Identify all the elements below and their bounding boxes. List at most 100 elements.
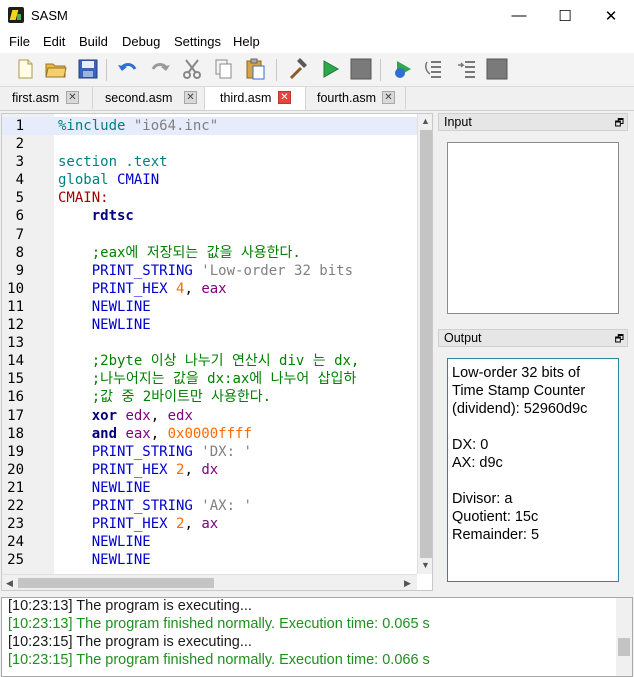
code-line[interactable]: 5 CMAIN: (2, 189, 417, 207)
code-line[interactable]: 14 ;2byte 이상 나누기 연산시 div 는 dx, (2, 352, 417, 370)
code-token: , (150, 425, 168, 442)
code-line[interactable]: 3 section .text (2, 153, 417, 171)
redo-icon[interactable] (148, 57, 172, 81)
code-line[interactable]: 6 rdtsc (2, 207, 417, 225)
line-number: 25 (7, 552, 24, 569)
build-hammer-icon[interactable] (286, 57, 310, 81)
copy-icon[interactable] (211, 57, 235, 81)
log-vertical-scrollbar[interactable] (616, 598, 632, 676)
tab-third-asm[interactable]: third.asm ✕ (205, 87, 306, 110)
code-token: , (150, 407, 168, 424)
code-line[interactable]: 4 global CMAIN (2, 171, 417, 189)
code-line[interactable]: 24 NEWLINE (2, 533, 417, 551)
code-text: ;나누어지는 값을 dx:ax에 나누어 삽입하 (58, 370, 410, 388)
code-token: PRINT_HEX (58, 461, 177, 478)
window-title: SASM (31, 8, 68, 23)
tab-close-icon[interactable]: ✕ (184, 91, 197, 104)
debug-stop-icon[interactable] (485, 57, 509, 81)
step-over-icon[interactable] (423, 57, 447, 81)
stop-icon[interactable] (349, 57, 373, 81)
code-line[interactable]: 1 %include "io64.inc" (2, 117, 417, 136)
tab-first-asm[interactable]: first.asm ✕ (0, 87, 93, 109)
tab-close-icon[interactable]: ✕ (66, 91, 79, 104)
code-token: rdtsc (58, 208, 134, 225)
close-button[interactable]: ✕ (588, 0, 634, 31)
title-bar: SASM — ☐ ✕ (0, 0, 634, 31)
code-text: PRINT_HEX 2, ax (58, 515, 410, 533)
minimize-button[interactable]: — (496, 0, 542, 31)
menu-edit[interactable]: Edit (43, 34, 65, 49)
output-line: (dividend): 52960d9c (452, 401, 588, 417)
line-number: 10 (7, 280, 24, 297)
code-text: rdtsc (58, 207, 410, 225)
code-line[interactable]: 22 PRINT_STRING 'AX: ' (2, 497, 417, 515)
menu-bar: File Edit Build Debug Settings Help (0, 31, 634, 53)
menu-help[interactable]: Help (233, 34, 260, 49)
scrollbar-thumb[interactable] (420, 130, 432, 558)
file-tab-bar: first.asm ✕ second.asm ✕ third.asm ✕ fou… (0, 87, 634, 111)
scrollbar-thumb[interactable] (618, 638, 630, 656)
code-token: PRINT_STRING (58, 443, 202, 460)
open-folder-icon[interactable] (44, 57, 68, 81)
tab-close-icon[interactable]: ✕ (278, 91, 291, 104)
line-number: 4 (15, 172, 24, 189)
log-line: [10:23:15] The program finished normally… (8, 652, 430, 668)
code-line[interactable]: 23 PRINT_HEX 2, ax (2, 515, 417, 533)
code-line[interactable]: 2 (2, 135, 417, 153)
code-line[interactable]: 11 NEWLINE (2, 298, 417, 316)
scrollbar-thumb[interactable] (18, 578, 214, 588)
code-line[interactable]: 20 PRINT_HEX 2, dx (2, 461, 417, 479)
code-line[interactable]: 21 NEWLINE (2, 479, 417, 497)
code-line[interactable]: 16 ;값 중 2바이트만 사용한다. (2, 388, 417, 406)
menu-settings[interactable]: Settings (174, 34, 221, 49)
tab-second-asm[interactable]: second.asm ✕ (93, 87, 205, 109)
editor-horizontal-scrollbar[interactable]: ◀ ▶ (2, 574, 417, 590)
restore-panel-icon[interactable]: 🗗 (615, 332, 624, 349)
debug-icon[interactable] (391, 57, 415, 81)
code-token: 'Low-order 32 bits (201, 262, 354, 279)
tab-close-icon[interactable]: ✕ (382, 91, 395, 104)
code-line[interactable]: 17 xor edx, edx (2, 407, 417, 425)
maximize-button[interactable]: ☐ (542, 0, 588, 31)
menu-build[interactable]: Build (79, 34, 108, 49)
code-token: NEWLINE (58, 317, 151, 334)
scroll-down-arrow-icon[interactable]: ▼ (421, 560, 430, 570)
code-text: section .text (58, 153, 410, 171)
paste-icon[interactable] (243, 57, 267, 81)
code-line[interactable]: 7 (2, 226, 417, 244)
program-input-field[interactable] (447, 142, 619, 314)
undo-icon[interactable] (116, 57, 140, 81)
scroll-left-arrow-icon[interactable]: ◀ (6, 578, 13, 589)
line-number: 11 (7, 298, 24, 315)
save-icon[interactable] (76, 57, 100, 81)
menu-debug[interactable]: Debug (122, 34, 160, 49)
restore-panel-icon[interactable]: 🗗 (615, 116, 624, 133)
line-number: 22 (7, 497, 24, 514)
cut-icon[interactable] (180, 57, 204, 81)
line-number: 19 (7, 443, 24, 460)
code-text: %include "io64.inc" (58, 117, 410, 135)
code-line[interactable]: 19 PRINT_STRING 'DX: ' (2, 443, 417, 461)
scroll-up-arrow-icon[interactable]: ▲ (421, 116, 430, 126)
log-line: [10:23:13] The program is executing... (8, 598, 252, 614)
scroll-right-arrow-icon[interactable]: ▶ (404, 578, 411, 589)
code-editor[interactable]: 1 %include "io64.inc" 2 3 section .text 4 glob… (1, 113, 433, 591)
code-token: eax (201, 280, 227, 297)
code-text: PRINT_STRING 'Low-order 32 bits (58, 262, 410, 280)
code-text: and eax, 0x0000ffff (58, 425, 410, 443)
code-line[interactable]: 9 PRINT_STRING 'Low-order 32 bits (2, 262, 417, 280)
editor-vertical-scrollbar[interactable]: ▲ ▼ (417, 114, 432, 574)
menu-file[interactable]: File (9, 34, 30, 49)
code-line[interactable]: 13 (2, 334, 417, 352)
run-play-icon[interactable] (318, 57, 342, 81)
code-line[interactable]: 18 and eax, 0x0000ffff (2, 425, 417, 443)
code-line[interactable]: 12 NEWLINE (2, 316, 417, 334)
code-line[interactable]: 10 PRINT_HEX 4, eax (2, 280, 417, 298)
tab-fourth-asm[interactable]: fourth.asm ✕ (306, 87, 406, 109)
step-into-icon[interactable] (455, 57, 479, 81)
code-line[interactable]: 25 NEWLINE (2, 551, 417, 569)
new-file-icon[interactable] (13, 57, 37, 81)
code-line[interactable]: 8 ;eax에 저장되는 값을 사용한다. (2, 244, 417, 262)
code-line[interactable]: 15 ;나누어지는 값을 dx:ax에 나누어 삽입하 (2, 370, 417, 388)
